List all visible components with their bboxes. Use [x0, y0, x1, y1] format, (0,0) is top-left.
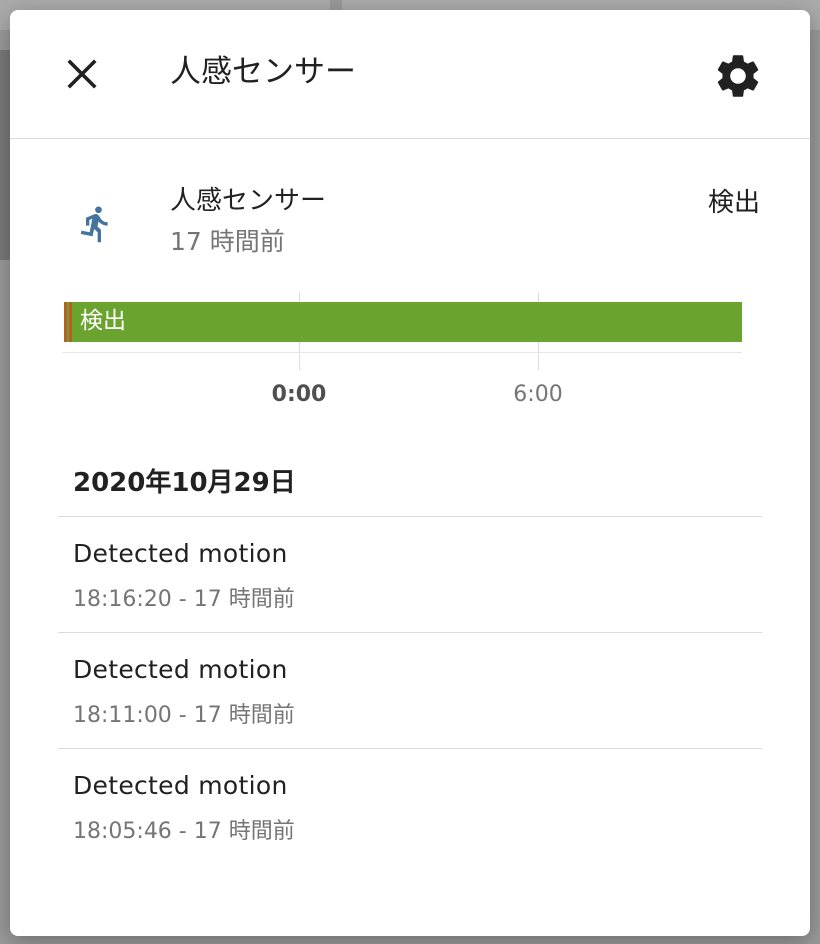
logbook-entry[interactable]: Detected motion 18:11:00 - 17 時間前 — [58, 632, 762, 748]
logbook-message: Detected motion — [73, 655, 288, 684]
more-info-dialog: 人感センサー 人感センサー 17 時間前 検出 検出 0:00 6:00 202… — [10, 10, 810, 936]
logbook-message: Detected motion — [73, 539, 288, 568]
logbook-date: 2020年10月29日 — [73, 468, 296, 498]
dialog-title: 人感センサー — [170, 54, 356, 90]
dialog-header: 人感センサー — [10, 10, 810, 139]
tick-label: 6:00 — [513, 382, 563, 407]
gear-icon — [717, 55, 759, 97]
logbook-entry[interactable]: Detected motion 18:05:46 - 17 時間前 — [58, 748, 762, 864]
state-bar-label: 検出 — [80, 308, 126, 334]
state-bar-transition — [67, 302, 69, 342]
logbook-time: 18:05:46 - 17 時間前 — [73, 819, 295, 844]
history-timeline[interactable]: 検出 0:00 6:00 — [62, 292, 742, 412]
entity-row[interactable]: 人感センサー 17 時間前 検出 — [10, 170, 810, 270]
logbook-list: Detected motion 18:16:20 - 17 時間前 Detect… — [58, 516, 762, 864]
settings-button[interactable] — [712, 50, 764, 102]
close-button[interactable] — [62, 54, 102, 94]
close-icon — [67, 59, 97, 89]
logbook-entry[interactable]: Detected motion 18:16:20 - 17 時間前 — [58, 516, 762, 632]
axis-line — [62, 352, 742, 353]
logbook-time: 18:16:20 - 17 時間前 — [73, 587, 295, 612]
logbook-time: 18:11:00 - 17 時間前 — [73, 703, 295, 728]
entity-state: 検出 — [707, 188, 760, 218]
entity-name: 人感センサー — [170, 186, 327, 216]
logbook-message: Detected motion — [73, 771, 288, 800]
entity-last-changed: 17 時間前 — [170, 227, 285, 256]
motion-sensor-icon — [80, 206, 108, 243]
tick-label: 0:00 — [271, 382, 327, 407]
state-bar-detected[interactable] — [64, 302, 742, 342]
